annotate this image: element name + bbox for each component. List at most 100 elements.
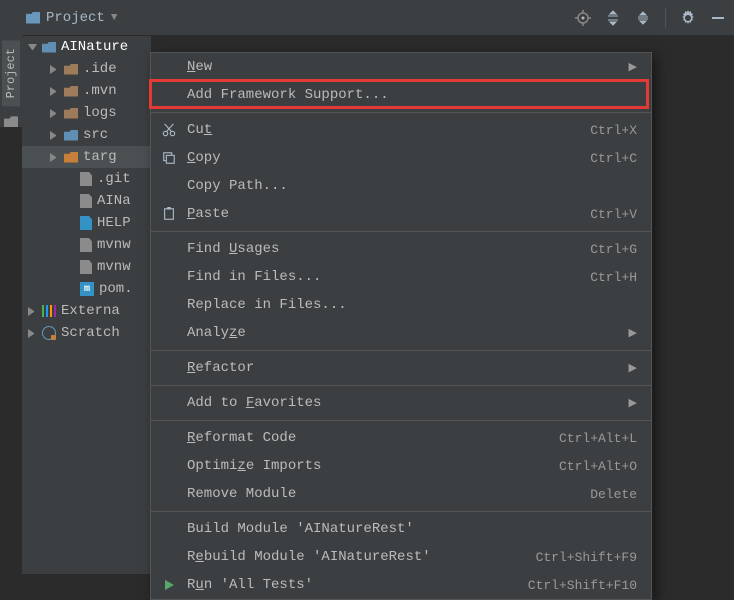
file-icon	[80, 216, 92, 230]
menu-item[interactable]: Add to Favorites ▶	[151, 389, 651, 417]
blank-icon	[161, 521, 177, 537]
libraries-icon	[42, 305, 56, 317]
tree-root[interactable]: AINature	[22, 36, 151, 58]
blank-icon	[161, 325, 177, 341]
menu-label: Run 'All Tests'	[187, 577, 518, 593]
scratches-icon	[42, 326, 56, 340]
menu-shortcut: Ctrl+V	[590, 207, 637, 222]
menu-item[interactable]: Replace in Files...	[151, 291, 651, 319]
chevron-right-icon[interactable]	[50, 65, 59, 74]
menu-item[interactable]: Add Framework Support...	[151, 81, 651, 109]
menu-label: Reformat Code	[187, 430, 549, 446]
blank-icon	[161, 241, 177, 257]
menu-item[interactable]: Copy Ctrl+C	[151, 144, 651, 172]
submenu-arrow-icon: ▶	[629, 361, 637, 375]
tree-item[interactable]: HELP	[22, 212, 151, 234]
menu-separator	[151, 350, 651, 351]
tree-item[interactable]: .ide	[22, 58, 151, 80]
tree-label: pom.	[99, 281, 133, 297]
file-icon	[80, 260, 92, 274]
menu-separator	[151, 112, 651, 113]
menu-label: Find in Files...	[187, 269, 580, 285]
menu-item[interactable]: Find UsagesCtrl+G	[151, 235, 651, 263]
blank-icon	[161, 430, 177, 446]
chevron-right-icon[interactable]	[28, 329, 37, 338]
tree-item[interactable]: mpom.	[22, 278, 151, 300]
tree-label: targ	[83, 149, 117, 165]
project-view-selector[interactable]: Project ▼	[26, 10, 117, 26]
tree-label: mvnw	[97, 259, 131, 275]
tree-item[interactable]: src	[22, 124, 151, 146]
tree-item[interactable]: AINa	[22, 190, 151, 212]
project-tab[interactable]: Project	[2, 40, 20, 106]
gear-icon[interactable]	[680, 10, 696, 26]
menu-item[interactable]: Remove ModuleDelete	[151, 480, 651, 508]
scratches[interactable]: Scratch	[22, 322, 151, 344]
expand-all-icon[interactable]	[605, 10, 621, 26]
tree-item[interactable]: targ	[22, 146, 151, 168]
tree-item[interactable]: .mvn	[22, 80, 151, 102]
tree-label: AINa	[97, 193, 131, 209]
folder-icon	[64, 86, 78, 97]
menu-shortcut: Ctrl+Alt+O	[559, 459, 637, 474]
module-icon	[42, 42, 56, 53]
minimize-icon[interactable]	[710, 10, 726, 26]
menu-item[interactable]: Analyze▶	[151, 319, 651, 347]
menu-label: Rebuild Module 'AINatureRest'	[187, 549, 526, 565]
menu-item[interactable]: Optimize ImportsCtrl+Alt+O	[151, 452, 651, 480]
menu-shortcut: Ctrl+Shift+F9	[536, 550, 637, 565]
menu-item[interactable]: Refactor ▶	[151, 354, 651, 382]
blank-icon	[161, 87, 177, 103]
chevron-right-icon[interactable]	[28, 307, 37, 316]
menu-label: Refactor	[187, 360, 619, 376]
menu-item[interactable]: Rebuild Module 'AINatureRest' Ctrl+Shift+…	[151, 543, 651, 571]
chevron-right-icon[interactable]	[50, 131, 59, 140]
menu-label: Add to Favorites	[187, 395, 619, 411]
menu-shortcut: Ctrl+G	[590, 242, 637, 257]
menu-item[interactable]: New▶	[151, 53, 651, 81]
menu-shortcut: Ctrl+H	[590, 270, 637, 285]
menu-item[interactable]: Run 'All Tests'Ctrl+Shift+F10	[151, 571, 651, 599]
folder-icon	[64, 152, 78, 163]
menu-label: Remove Module	[187, 486, 580, 502]
chevron-right-icon[interactable]	[50, 109, 59, 118]
locate-icon[interactable]	[575, 10, 591, 26]
menu-label: Copy Path...	[187, 178, 637, 194]
menu-item[interactable]: CutCtrl+X	[151, 116, 651, 144]
menu-label: Copy	[187, 150, 580, 166]
tree-label: src	[83, 127, 108, 143]
menu-shortcut: Ctrl+C	[590, 151, 637, 166]
copy-icon	[161, 150, 177, 166]
file-icon	[80, 238, 92, 252]
tree-item[interactable]: logs	[22, 102, 151, 124]
tree-item[interactable]: mvnw	[22, 234, 151, 256]
project-tree: AINature .ide.mvnlogs src targ .git AINa HELP…	[22, 36, 152, 574]
structure-icon[interactable]	[4, 116, 18, 127]
menu-item[interactable]: Find in Files... Ctrl+H	[151, 263, 651, 291]
chevron-down-icon[interactable]	[28, 44, 37, 53]
cut-icon	[161, 122, 177, 138]
tree-item[interactable]: .git	[22, 168, 151, 190]
separator	[665, 8, 666, 28]
folder-icon	[64, 130, 78, 141]
tree-label: AINature	[61, 39, 128, 55]
menu-separator	[151, 420, 651, 421]
blank-icon	[161, 269, 177, 285]
menu-label: Replace in Files...	[187, 297, 637, 313]
collapse-all-icon[interactable]	[635, 10, 651, 26]
menu-separator	[151, 385, 651, 386]
tree-label: Scratch	[61, 325, 120, 341]
chevron-right-icon[interactable]	[50, 153, 59, 162]
tree-label: mvnw	[97, 237, 131, 253]
menu-item[interactable]: Reformat CodeCtrl+Alt+L	[151, 424, 651, 452]
menu-label: Build Module 'AINatureRest'	[187, 521, 637, 537]
tree-item[interactable]: mvnw	[22, 256, 151, 278]
chevron-right-icon[interactable]	[50, 87, 59, 96]
menu-shortcut: Ctrl+X	[590, 123, 637, 138]
tree-label: HELP	[97, 215, 131, 231]
menu-item[interactable]: PasteCtrl+V	[151, 200, 651, 228]
submenu-arrow-icon: ▶	[629, 396, 637, 410]
menu-item[interactable]: Build Module 'AINatureRest'	[151, 515, 651, 543]
external-libraries[interactable]: Externa	[22, 300, 151, 322]
menu-item[interactable]: Copy Path...	[151, 172, 651, 200]
